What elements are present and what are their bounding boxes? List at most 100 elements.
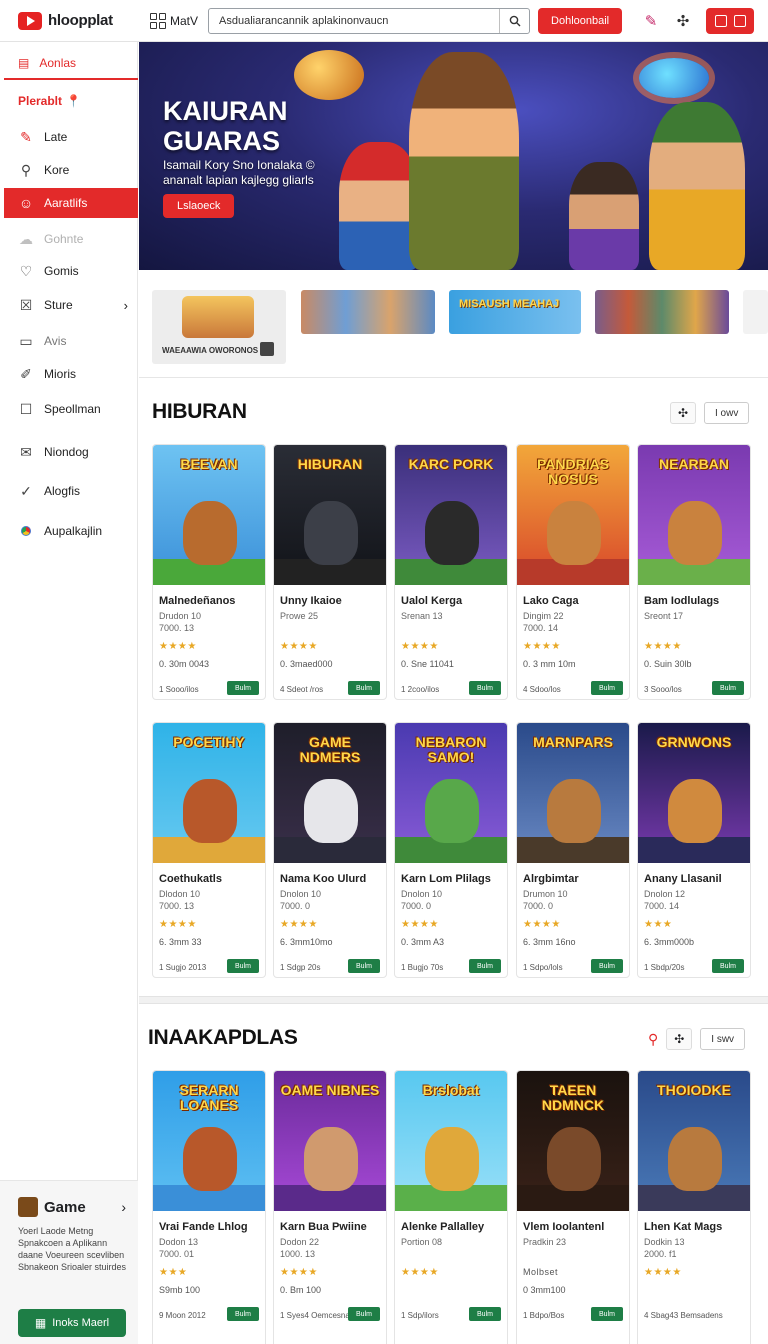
sidebar-item-aupalkajlin[interactable]: Aupalkajlin (4, 516, 138, 546)
chevron-right-icon: › (123, 297, 128, 313)
sidebar-item-speollman[interactable]: ☐ Speollman (4, 394, 138, 424)
install-button[interactable]: Bulm (348, 681, 380, 695)
install-button[interactable]: Bulm (348, 1307, 380, 1321)
install-button[interactable]: Bulm (469, 1307, 501, 1321)
install-button[interactable]: Bulm (348, 959, 380, 973)
mascot-illustration (668, 779, 722, 843)
install-button[interactable]: Bulm (227, 1307, 259, 1321)
promo-card[interactable] (595, 290, 729, 334)
game-card[interactable]: KARC PORK Ualol Kerga Srenan 13 ★★★★ 0. Sne … (394, 444, 508, 700)
qr-icon (260, 342, 274, 356)
account-buttons[interactable] (706, 7, 754, 34)
mail-icon: ✉ (20, 443, 32, 460)
game-footer-text: 1 Sooo/ilos (159, 685, 199, 694)
game-card[interactable]: GAME NDMERS Nama Koo Ulurd Dnolon 10 7000. … (273, 722, 387, 978)
menu-button[interactable]: MatV (150, 12, 198, 29)
mascot-illustration (304, 1127, 358, 1191)
promo-card[interactable]: MISAUSH MEAHAJ (449, 290, 581, 334)
pin-icon[interactable]: ⚲ (648, 1031, 658, 1048)
promo-card-label: WAEAAWIA OWORONOS (162, 346, 259, 355)
promo-card-partial[interactable] (743, 290, 768, 334)
promo-art (182, 296, 254, 338)
thumbnail-title: PANDRIAS NOSUS (536, 456, 610, 487)
sidebar-item-label: Aonlas (39, 56, 77, 70)
chevron-right-icon[interactable]: › (121, 1199, 126, 1215)
install-button[interactable]: Bulm (227, 959, 259, 973)
game-card[interactable]: TAEEN NDMNCK Vlem Ioolantenl Pradkin 23 Mol… (516, 1070, 630, 1344)
download-count: 0. Bm 100 (280, 1285, 322, 1295)
game-meta: 7000. 0 (523, 901, 554, 911)
promo-button[interactable]: ▦ Inoks Maerl (18, 1309, 126, 1337)
game-card[interactable]: OAME NIBNES Karn Bua Pwiine Dodon 22 1000. … (273, 1070, 387, 1344)
game-thumbnail: GRNWONS (638, 723, 750, 863)
ufo-decoration (639, 58, 709, 98)
sidebar-item-home[interactable]: ▤ Aonlas (4, 48, 138, 80)
download-count: 0. Sne 11041 (401, 659, 454, 669)
app-logo[interactable]: hloopplat (0, 11, 140, 30)
see-all-button[interactable]: I swv (700, 1028, 746, 1050)
install-button[interactable]: Bulm (712, 959, 744, 973)
game-card[interactable]: NEARBAN Bam Iodlulags Sreont 17 ★★★★ 0. Suin… (637, 444, 751, 700)
promo-card[interactable] (301, 290, 435, 334)
game-card[interactable]: Brslobat Alenke Pallalley Portion 08 ★★★★ 1 … (394, 1070, 508, 1344)
game-meta: Prowe 25 (280, 611, 319, 621)
install-button[interactable]: Bulm (469, 681, 501, 695)
game-card[interactable]: BEEVAN Malnedeñanos Drudon 10 7000. 13 ★★★★ 0… (152, 444, 266, 700)
game-card[interactable]: NEBARON SAMO! Karn Lom Plilags Dnolon 10 70… (394, 722, 508, 978)
sidebar-item-gomis[interactable]: ♡ Gomis (4, 256, 138, 286)
game-card[interactable]: SERARN LOANES Vrai Fande Lhlog Dodon 13 700… (152, 1070, 266, 1344)
sidebar-item-mioris[interactable]: ✐ Mioris (4, 359, 138, 389)
thumbnail-title: MARNPARS (533, 734, 613, 750)
mascot-illustration (183, 1127, 237, 1191)
game-card[interactable]: GRNWONS Anany Llasanil Dnolon 12 7000. 14 ★★… (637, 722, 751, 978)
download-cta-button[interactable]: Dohloonbail (538, 7, 623, 34)
rating-stars: ★★★★ (523, 641, 561, 652)
mascot-illustration (304, 501, 358, 565)
game-card[interactable]: THOIODKE Lhen Kat Mags Dodkin 13 2000. f1 ★★… (637, 1070, 751, 1344)
promo-card[interactable]: WAEAAWIA OWORONOS (152, 290, 286, 364)
sidebar-item-active[interactable]: ☺ Aaratlifs (4, 188, 138, 218)
search-input[interactable] (209, 14, 500, 27)
game-thumbnail: HIBURAN (274, 445, 386, 585)
sidebar-item-alogfis[interactable]: ✓ Alogfis (4, 476, 138, 506)
hero-button[interactable]: Lslaoeck (163, 194, 235, 218)
game-meta: 7000. 0 (401, 901, 432, 911)
game-footer-text: 4 Sbag43 Bemsadens (644, 1311, 723, 1320)
pen-icon[interactable]: ✎ (642, 12, 660, 30)
top-bar: hloopplat MatV Dohloonbail ✎ ✣ (0, 0, 768, 42)
game-card[interactable]: MARNPARS Alrgbimtar Drumon 10 7000. 0 ★★★★ 6.… (516, 722, 630, 978)
install-button[interactable]: Bulm (591, 681, 623, 695)
download-count: 0. 3mm A3 (401, 937, 445, 947)
sidebar-section-title: Plerablt 📍 (18, 94, 81, 108)
thumbnail-title: OAME NIBNES (280, 1082, 380, 1098)
square-icon: ☐ (19, 400, 33, 417)
search-button[interactable] (499, 8, 529, 33)
install-button[interactable]: Bulm (712, 681, 744, 695)
game-card[interactable]: HIBURAN Unny Ikaioe Prowe 25 ★★★★ 0. 3maed00… (273, 444, 387, 700)
promo-strip: WAEAAWIA OWORONOS MISAUSH MEAHAJ (139, 278, 768, 378)
game-name: Unny Ikaioe (280, 595, 342, 607)
game-card[interactable]: PANDRIAS NOSUS Lako Caga Dingim 22 7000. 14… (516, 444, 630, 700)
mascot-illustration (183, 501, 237, 565)
hero-banner[interactable]: KAIURAN GUARAS Isamail Kory Sno Ionalaka… (139, 42, 768, 270)
game-card[interactable]: POCETIHY Coethukatls Dlodon 10 7000. 13 ★★★★… (152, 722, 266, 978)
sidebar-item-late[interactable]: ✎ Late (4, 122, 138, 152)
game-meta: Dodon 22 (280, 1237, 320, 1247)
shuffle-icon[interactable]: ✣ (670, 402, 696, 424)
install-button[interactable]: Bulm (469, 959, 501, 973)
game-meta: Dlodon 10 (159, 889, 201, 899)
install-button[interactable]: Bulm (591, 1307, 623, 1321)
mascot-illustration (425, 1127, 479, 1191)
sidebar-item-store[interactable]: ☒ Sture › (4, 290, 138, 320)
install-button[interactable]: Bulm (227, 681, 259, 695)
play-logo-icon (18, 11, 42, 30)
puzzle-icon[interactable]: ✣ (674, 12, 692, 30)
search-icon: ⚲ (20, 161, 32, 178)
rating-stars: ★★★★ (159, 641, 197, 652)
see-all-button[interactable]: I owv (704, 402, 750, 424)
sidebar-item-avis[interactable]: ▭ Avis (4, 326, 138, 356)
shuffle-icon[interactable]: ✣ (666, 1028, 693, 1050)
install-button[interactable]: Bulm (591, 959, 623, 973)
sidebar-item-niondog[interactable]: ✉ Niondog (4, 437, 138, 467)
sidebar-item-kore[interactable]: ⚲ Kore (4, 155, 138, 185)
